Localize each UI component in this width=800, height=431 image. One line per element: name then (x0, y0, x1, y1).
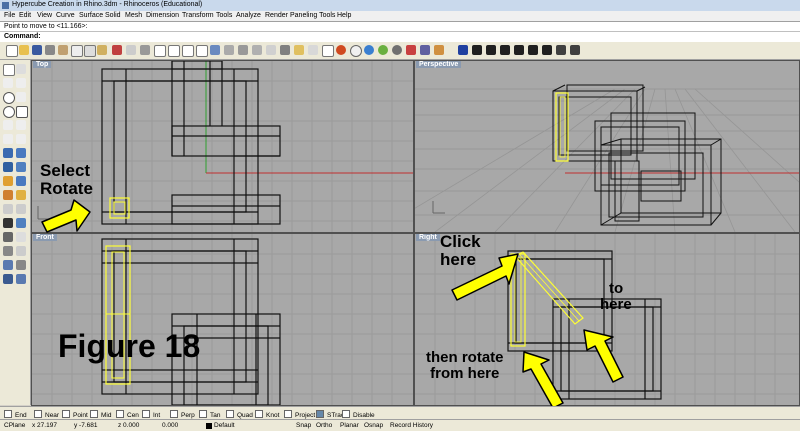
osnap-quad-checkbox[interactable] (226, 410, 234, 418)
osnap-cen-checkbox[interactable] (116, 410, 124, 418)
osnap-knot[interactable]: Knot (255, 410, 279, 419)
annotation-rotate: Rotate (40, 178, 93, 198)
figure-label: Figure 18 (58, 328, 201, 364)
annotation-to-here-line2: here (600, 295, 632, 313)
osnap-point-checkbox[interactable] (62, 410, 70, 418)
osnap-int[interactable]: Int (142, 410, 160, 419)
osnap-near-checkbox[interactable] (34, 410, 42, 418)
osnap-bar: End Near Point Mid Cen Int Perp Tan Quad… (0, 406, 800, 420)
status-planar[interactable]: Planar (340, 422, 359, 429)
osnap-tan-checkbox[interactable] (199, 410, 207, 418)
annotation-select-rotate: Select Rotate (40, 162, 93, 198)
annotation-click-here-line2: here (440, 249, 476, 269)
status-ortho[interactable]: Ortho (316, 422, 332, 429)
status-y-coordinate: y -7.681 (74, 422, 98, 429)
osnap-knot-checkbox[interactable] (255, 410, 263, 418)
annotation-arrows (41, 199, 624, 409)
osnap-perp-checkbox[interactable] (170, 410, 178, 418)
annotation-select: Select (40, 161, 91, 180)
status-record-history[interactable]: Record History (390, 422, 433, 429)
annotation-to: to (609, 280, 624, 297)
osnap-strack-checkbox[interactable] (316, 410, 324, 418)
status-snap[interactable]: Snap (296, 422, 311, 429)
layer-color-swatch (206, 423, 212, 429)
osnap-point[interactable]: Point (62, 410, 88, 419)
osnap-mid[interactable]: Mid (90, 410, 111, 419)
status-bar: CPlane x 27.197 y -7.681 z 0.000 0.000 D… (0, 419, 800, 431)
osnap-project[interactable]: Project (284, 410, 315, 419)
status-z-coordinate: z 0.000 (118, 422, 140, 429)
annotation-then-rotate-line1: then rotate (426, 349, 504, 366)
status-cplane: CPlane (4, 422, 26, 429)
annotation-then-rotate: then rotate from here (426, 350, 504, 382)
osnap-perp[interactable]: Perp (170, 410, 195, 419)
osnap-disable-checkbox[interactable] (342, 410, 350, 418)
annotation-click: Click (440, 232, 481, 251)
osnap-tan[interactable]: Tan (199, 410, 220, 419)
status-osnap[interactable]: Osnap (364, 422, 383, 429)
osnap-end-checkbox[interactable] (4, 410, 12, 418)
osnap-quad[interactable]: Quad (226, 410, 253, 419)
annotation-then-rotate-line2: from here (430, 364, 500, 382)
annotation-to-here: to here (600, 281, 632, 313)
osnap-mid-checkbox[interactable] (90, 410, 98, 418)
arrow-to-rotate-tool (41, 199, 91, 233)
osnap-disable[interactable]: Disable (342, 410, 375, 419)
status-x-coordinate: x 27.197 (32, 422, 57, 429)
osnap-near[interactable]: Near (34, 410, 59, 419)
osnap-project-checkbox[interactable] (284, 410, 292, 418)
annotation-click-here: Click here (440, 233, 481, 269)
osnap-end[interactable]: End (4, 410, 27, 419)
arrow-to-here (583, 329, 624, 383)
osnap-cen[interactable]: Cen (116, 410, 139, 419)
status-w-value: 0.000 (162, 422, 179, 429)
status-layer[interactable]: Default (214, 422, 235, 429)
osnap-int-checkbox[interactable] (142, 410, 150, 418)
arrow-rotate-from-here (522, 351, 564, 409)
